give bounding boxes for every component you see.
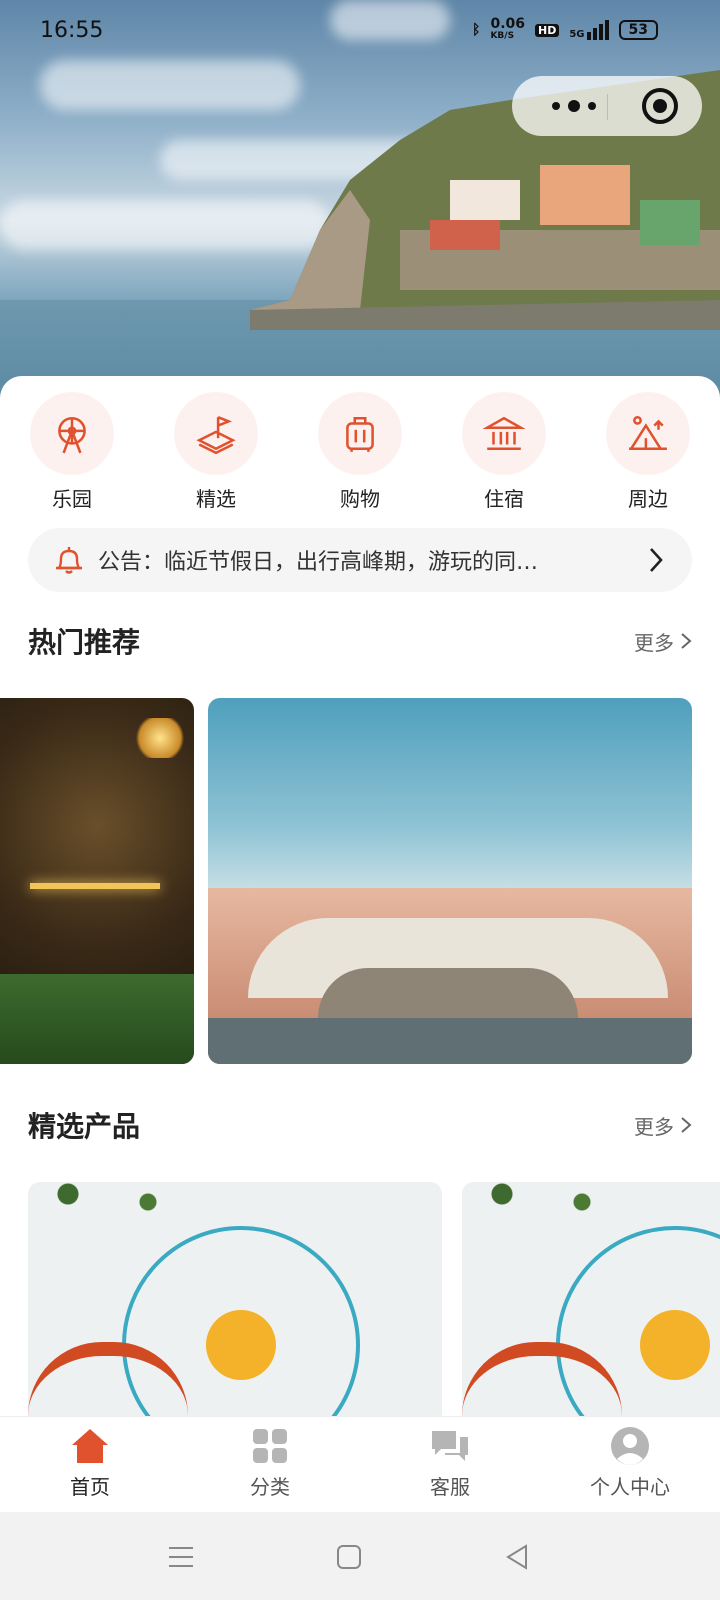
more-menu-button[interactable] [534,84,614,128]
carpet-image [0,974,194,1064]
bridge-arch [318,968,578,1018]
status-bar: 16:55 ᛒ 0.06 KB/S HD 5G 53 [0,0,720,64]
dot-icon [568,100,580,112]
category-icon-bg [318,392,402,475]
category-row: 乐园 精选 购物 住宿 周边 [0,392,720,512]
hot-section-header: 热门推荐 更多 [28,616,692,666]
lights-image [30,883,160,889]
tree-image [28,1182,228,1222]
main-content: 乐园 精选 购物 住宿 周边 公告：临近节假日，出行高峰期，游玩的同… 热门推荐… [0,376,720,1416]
category-item-paradise[interactable]: 乐园 [17,392,127,512]
home-square-icon[interactable] [334,1542,364,1572]
category-icon-bg [174,392,258,475]
tab-service[interactable]: 客服 [360,1417,540,1513]
tab-label: 客服 [430,1475,470,1499]
back-icon[interactable] [502,1542,532,1572]
tab-profile[interactable]: 个人中心 [540,1417,720,1513]
flag-map-icon [196,415,236,454]
user-icon [611,1427,649,1465]
miniprogram-capsule [512,76,702,136]
featured-section-header: 精选产品 更多 [28,1100,692,1150]
category-item-selected[interactable]: 精选 [161,392,271,512]
category-label: 住宿 [484,487,524,511]
grid-icon [253,1429,287,1463]
home-icon [72,1429,108,1463]
tab-category[interactable]: 分类 [180,1417,360,1513]
product-card[interactable] [28,1182,442,1416]
hot-card-venice[interactable] [208,698,692,1064]
category-item-nearby[interactable]: 周边 [593,392,703,512]
tab-home[interactable]: 首页 [0,1417,180,1513]
category-label: 购物 [340,487,380,511]
category-icon-bg [606,392,690,475]
status-icons: ᛒ 0.06 KB/S HD 5G 53 [472,16,658,42]
category-label: 乐园 [52,487,92,511]
tab-label: 个人中心 [590,1475,670,1499]
hot-card-mosque[interactable] [0,698,194,1064]
hot-more-link[interactable]: 更多 [634,627,692,656]
product-card[interactable] [462,1182,720,1416]
tree-image [462,1182,662,1222]
capsule-divider [607,94,608,120]
building-icon [483,416,525,450]
category-item-lodging[interactable]: 住宿 [449,392,559,512]
tent-icon [628,415,667,450]
ferris-wheel-icon [58,416,86,453]
status-time: 16:55 [40,18,104,43]
notice-bar[interactable]: 公告：临近节假日，出行高峰期，游玩的同… [28,528,692,592]
category-label: 精选 [196,487,236,511]
network-speed: 0.06 KB/S [490,16,525,41]
section-title: 热门推荐 [28,626,141,659]
tab-label: 首页 [70,1475,110,1499]
chat-icon [432,1431,468,1461]
hd-badge: HD [535,23,560,37]
category-icon-bg [30,392,114,475]
luggage-icon [346,416,374,452]
bottom-tab-bar: 首页 分类 客服 个人中心 [0,1416,720,1513]
close-miniprogram-button[interactable] [642,88,678,124]
chevron-right-icon [650,548,663,572]
bell-icon [56,547,82,574]
section-title: 精选产品 [28,1110,141,1143]
category-icon-bg [462,392,546,475]
signal-icon: 5G [569,20,609,40]
category-label: 周边 [628,487,668,511]
notice-text: 公告：临近节假日，出行高峰期，游玩的同… [98,550,539,575]
dot-icon [588,102,596,110]
canal-image [208,1018,692,1064]
system-nav-bar [0,1512,720,1600]
bluetooth-icon: ᛒ [472,22,481,38]
chandelier-image [132,718,188,758]
featured-more-link[interactable]: 更多 [634,1111,692,1140]
chevron-right-icon [681,1117,692,1133]
dot-icon [552,102,560,110]
chevron-right-icon [681,633,692,649]
battery-indicator: 53 [618,20,658,40]
category-item-shopping[interactable]: 购物 [305,392,415,512]
menu-icon[interactable] [166,1542,196,1572]
tab-label: 分类 [250,1475,290,1499]
